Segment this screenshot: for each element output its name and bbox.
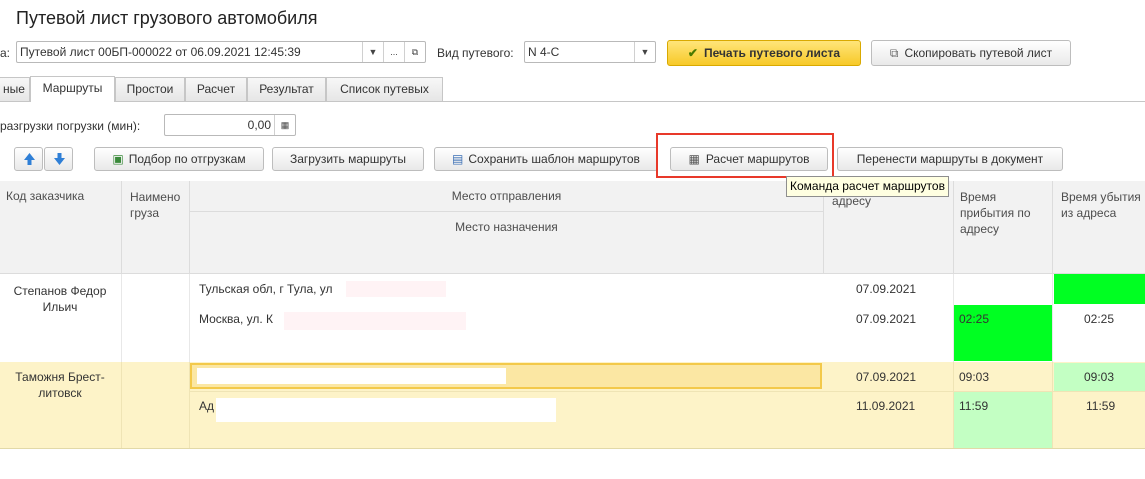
row1-arr2: 02:25 xyxy=(959,312,990,326)
copy-waybill-label: Скопировать путевой лист xyxy=(904,46,1053,60)
arrow-up-icon xyxy=(24,153,35,165)
row1-dep2: 02:25 xyxy=(1084,312,1115,326)
checkmark-icon: ✔ xyxy=(687,46,698,60)
type-field-value: N 4-С xyxy=(528,45,560,59)
row2-date1: 07.09.2021 xyxy=(856,370,917,384)
row2-dep2: 11:59 xyxy=(1086,399,1116,413)
save-template-label: Сохранить шаблон маршрутов xyxy=(468,152,640,166)
type-label: Вид путевого: xyxy=(437,46,514,60)
calculator-icon[interactable]: ▦ xyxy=(274,115,295,135)
row1-date2: 07.09.2021 xyxy=(856,312,917,326)
copy-waybill-button[interactable]: ⧉ Скопировать путевой лист xyxy=(871,40,1071,66)
row1-dep1-cell xyxy=(1054,274,1145,304)
document-label: а: xyxy=(0,46,11,60)
move-down-button[interactable] xyxy=(44,147,73,171)
open-document-icon[interactable]: ⧉ xyxy=(404,42,425,62)
cell-divider xyxy=(1052,274,1053,362)
tab-calc[interactable]: Расчет xyxy=(185,77,247,101)
save-routes-template-button[interactable]: ▤ Сохранить шаблон маршрутов xyxy=(434,147,658,171)
move-routes-to-document-button[interactable]: Перенести маршруты в документ xyxy=(837,147,1063,171)
tab-main[interactable]: ные xyxy=(0,77,30,101)
col-to-header[interactable]: Место назначения xyxy=(190,212,824,274)
row2-customer: Таможня Брест-литовск xyxy=(15,370,105,400)
document-field-value: Путевой лист 00БП-000022 от 06.09.2021 1… xyxy=(20,45,301,59)
row2-arr2: 11:59 xyxy=(959,399,989,413)
copy-icon: ⧉ xyxy=(889,46,899,60)
calc-routes-highlight-box xyxy=(656,133,834,178)
type-field[interactable]: N 4-С ▼ xyxy=(524,41,656,63)
tab-waybill-list[interactable]: Список путевых xyxy=(326,77,443,101)
unload-label: разгрузки погрузки (мин): xyxy=(0,119,141,133)
select-shipments-icon: ▣ xyxy=(112,152,124,166)
cell-divider xyxy=(121,274,122,362)
unload-minutes-field[interactable]: 0,00 ▦ xyxy=(164,114,296,136)
document-field[interactable]: Путевой лист 00БП-000022 от 06.09.2021 1… xyxy=(16,41,426,63)
tabs-baseline xyxy=(0,101,1145,102)
move-up-button[interactable] xyxy=(14,147,43,171)
cell-divider xyxy=(1052,362,1053,448)
print-waybill-label: Печать путевого листа xyxy=(703,46,841,60)
redacted-text xyxy=(216,398,556,422)
tab-routes[interactable]: Маршруты xyxy=(30,76,115,102)
calc-routes-tooltip: Команда расчет маршрутов xyxy=(786,176,949,197)
tab-idle[interactable]: Простои xyxy=(115,77,185,101)
redacted-text xyxy=(346,281,446,297)
col-customer-header[interactable]: Код заказчика xyxy=(0,181,122,274)
col-departure-time-header[interactable]: Время убытия из адреса xyxy=(1053,181,1145,274)
window-title: Путевой лист грузового автомобиля xyxy=(16,8,318,28)
select-by-shipments-button[interactable]: ▣ Подбор по отгрузкам xyxy=(94,147,264,171)
row2-to: Ад xyxy=(199,399,215,413)
row1-from: Тульская обл, г Тула, ул xyxy=(199,282,333,296)
type-dropdown-arrow-icon[interactable]: ▼ xyxy=(634,42,655,62)
col-from-header[interactable]: Место отправления xyxy=(190,181,824,212)
row2-arr1: 09:03 xyxy=(959,370,990,384)
col-arrival-time-header[interactable]: Время прибытия по адресу xyxy=(954,181,1053,274)
unload-minutes-value: 0,00 xyxy=(247,118,271,132)
row2-dep1: 09:03 xyxy=(1084,370,1115,384)
cell-divider xyxy=(121,362,122,448)
arrow-down-icon xyxy=(54,153,65,165)
dropdown-arrow-icon[interactable]: ▼ xyxy=(362,42,383,62)
row1-customer: Степанов Федор Ильич xyxy=(13,284,107,314)
row2-date2: 11.09.2021 xyxy=(856,399,916,413)
select-ellipsis-button[interactable]: ... xyxy=(383,42,404,62)
load-routes-button[interactable]: Загрузить маршруты xyxy=(272,147,424,171)
select-shipments-label: Подбор по отгрузкам xyxy=(128,152,246,166)
cell-divider xyxy=(189,274,190,362)
tab-result[interactable]: Результат xyxy=(247,77,326,101)
row1-to: Москва, ул. К xyxy=(199,312,274,326)
redacted-text xyxy=(284,312,466,330)
print-waybill-button[interactable]: ✔ Печать путевого листа xyxy=(667,40,861,66)
col-cargo-header[interactable]: Наимено груза xyxy=(122,181,190,274)
row1-date1: 07.09.2021 xyxy=(856,282,917,296)
redacted-text xyxy=(197,368,506,384)
save-template-icon: ▤ xyxy=(452,152,464,166)
